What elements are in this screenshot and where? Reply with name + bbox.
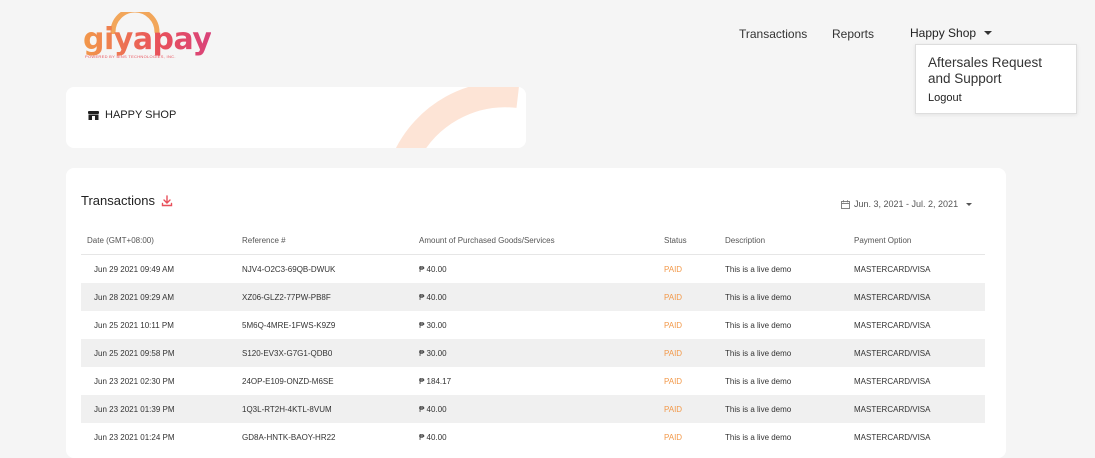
cell-status: PAID — [664, 395, 725, 423]
cell-payment-option: MASTERCARD/VISA — [854, 264, 931, 274]
cell-payment-option: MASTERCARD/VISA — [854, 339, 985, 367]
cell-reference: XZ06-GLZ2-77PW-PB8F — [242, 283, 419, 311]
calendar-icon — [841, 199, 850, 209]
giyapay-logo[interactable]: giyapay POWERED BY BINS TECHNOLOGIES, IN… — [83, 10, 212, 65]
cell-amount: ₱ 40.00 — [419, 264, 447, 274]
cell-description: This is a live demo — [725, 376, 792, 386]
cell-amount: ₱ 184.17 — [419, 376, 452, 386]
download-icon[interactable] — [161, 194, 173, 207]
table-header-row: Date (GMT+08:00) Reference # Amount of P… — [81, 226, 985, 255]
cell-payment-option: MASTERCARD/VISA — [854, 283, 985, 311]
logo-tagline: POWERED BY BINS TECHNOLOGIES, INC. — [85, 54, 176, 59]
cell-amount: ₱ 30.00 — [419, 339, 664, 367]
cell-reference: NJV4-O2C3-69QB-DWUK — [242, 264, 336, 274]
cell-date: Jun 23 2021 01:39 PM — [81, 395, 242, 423]
column-header[interactable]: Date (GMT+08:00) — [81, 226, 242, 255]
cell-date: Jun 25 2021 10:11 PM — [94, 320, 174, 330]
transactions-card: Transactions Jun. 3, 2021 - Jul. 2, 2021… — [66, 168, 1006, 458]
cell-reference: 24OP-E109-ONZD-M6SE — [242, 376, 334, 386]
cell-status: PAID — [664, 320, 683, 330]
cell-date: Jun 29 2021 09:49 AM — [94, 264, 175, 274]
column-header[interactable]: Payment Option — [854, 226, 985, 255]
caret-down-icon — [966, 202, 973, 206]
cell-payment-option: MASTERCARD/VISA — [854, 395, 985, 423]
cell-description: This is a live demo — [725, 264, 792, 274]
table-row[interactable]: Jun 29 2021 09:49 AM NJV4-O2C3-69QB-DWUK… — [81, 255, 985, 284]
transactions-table: Date (GMT+08:00) Reference # Amount of P… — [81, 226, 985, 451]
cell-status: PAID — [664, 283, 725, 311]
cell-date: Jun 23 2021 02:30 PM — [94, 376, 175, 386]
table-row[interactable]: Jun 23 2021 01:39 PM 1Q3L-RT2H-4KTL-8VUM… — [81, 395, 985, 423]
table-row[interactable]: Jun 25 2021 09:58 PM S120-EV3X-G7G1-QDB0… — [81, 339, 985, 367]
shop-name: HAPPY SHOP — [105, 109, 177, 121]
cell-amount: ₱ 40.00 — [419, 283, 664, 311]
column-header[interactable]: Status — [664, 226, 725, 255]
column-header[interactable]: Description — [725, 226, 854, 255]
chevron-down-icon — [984, 31, 993, 35]
cell-reference: GD8A-HNTK-BAOY-HR22 — [242, 432, 336, 442]
cell-description: This is a live demo — [725, 339, 854, 367]
cell-date: Jun 23 2021 01:24 PM — [94, 432, 175, 442]
menu-item-logout[interactable]: Logout — [928, 92, 962, 104]
shop-card: HAPPY SHOP — [66, 87, 526, 148]
table-row[interactable]: Jun 23 2021 02:30 PM 24OP-E109-ONZD-M6SE… — [81, 367, 985, 395]
account-name: Happy Shop — [910, 26, 977, 40]
cell-status: PAID — [664, 376, 683, 386]
cell-amount: ₱ 30.00 — [419, 320, 447, 330]
cell-status: PAID — [664, 339, 725, 367]
shop-name-label: HAPPY SHOP — [88, 109, 176, 121]
date-range-text: Jun. 3, 2021 - Jul. 2, 2021 — [854, 199, 959, 209]
store-icon — [88, 110, 99, 120]
cell-status: PAID — [664, 432, 683, 442]
date-range-picker[interactable]: Jun. 3, 2021 - Jul. 2, 2021 — [841, 199, 973, 209]
cell-description: This is a live demo — [725, 395, 854, 423]
menu-item-aftersales[interactable]: Aftersales Request and Support — [928, 55, 1068, 87]
account-menu-toggle[interactable]: Happy Shop — [910, 26, 993, 40]
cell-date: Jun 25 2021 09:58 PM — [81, 339, 242, 367]
table-row[interactable]: Jun 28 2021 09:29 AM XZ06-GLZ2-77PW-PB8F… — [81, 283, 985, 311]
nav-transactions[interactable]: Transactions — [739, 27, 807, 41]
table-row[interactable]: Jun 23 2021 01:24 PM GD8A-HNTK-BAOY-HR22… — [81, 423, 985, 451]
column-header[interactable]: Reference # — [242, 226, 419, 255]
transactions-title: Transactions — [81, 193, 155, 208]
cell-reference: S120-EV3X-G7G1-QDB0 — [242, 339, 419, 367]
cell-payment-option: MASTERCARD/VISA — [854, 432, 931, 442]
table-row[interactable]: Jun 25 2021 10:11 PM 5M6Q-4MRE-1FWS-K9Z9… — [81, 311, 985, 339]
cell-description: This is a live demo — [725, 283, 854, 311]
cell-amount: ₱ 40.00 — [419, 395, 664, 423]
transactions-header: Transactions — [81, 193, 173, 208]
cell-reference: 5M6Q-4MRE-1FWS-K9Z9 — [242, 320, 336, 330]
cell-amount: ₱ 40.00 — [419, 432, 447, 442]
cell-payment-option: MASTERCARD/VISA — [854, 376, 931, 386]
cell-date: Jun 28 2021 09:29 AM — [81, 283, 242, 311]
account-dropdown: Aftersales Request and Support Logout — [915, 44, 1077, 114]
cell-payment-option: MASTERCARD/VISA — [854, 320, 931, 330]
cell-description: This is a live demo — [725, 320, 792, 330]
column-header[interactable]: Amount of Purchased Goods/Services — [419, 226, 664, 255]
cell-description: This is a live demo — [725, 432, 792, 442]
cell-status: PAID — [664, 264, 683, 274]
logo-wordmark: giyapay — [83, 22, 212, 57]
nav-reports[interactable]: Reports — [832, 27, 874, 41]
cell-reference: 1Q3L-RT2H-4KTL-8VUM — [242, 395, 419, 423]
